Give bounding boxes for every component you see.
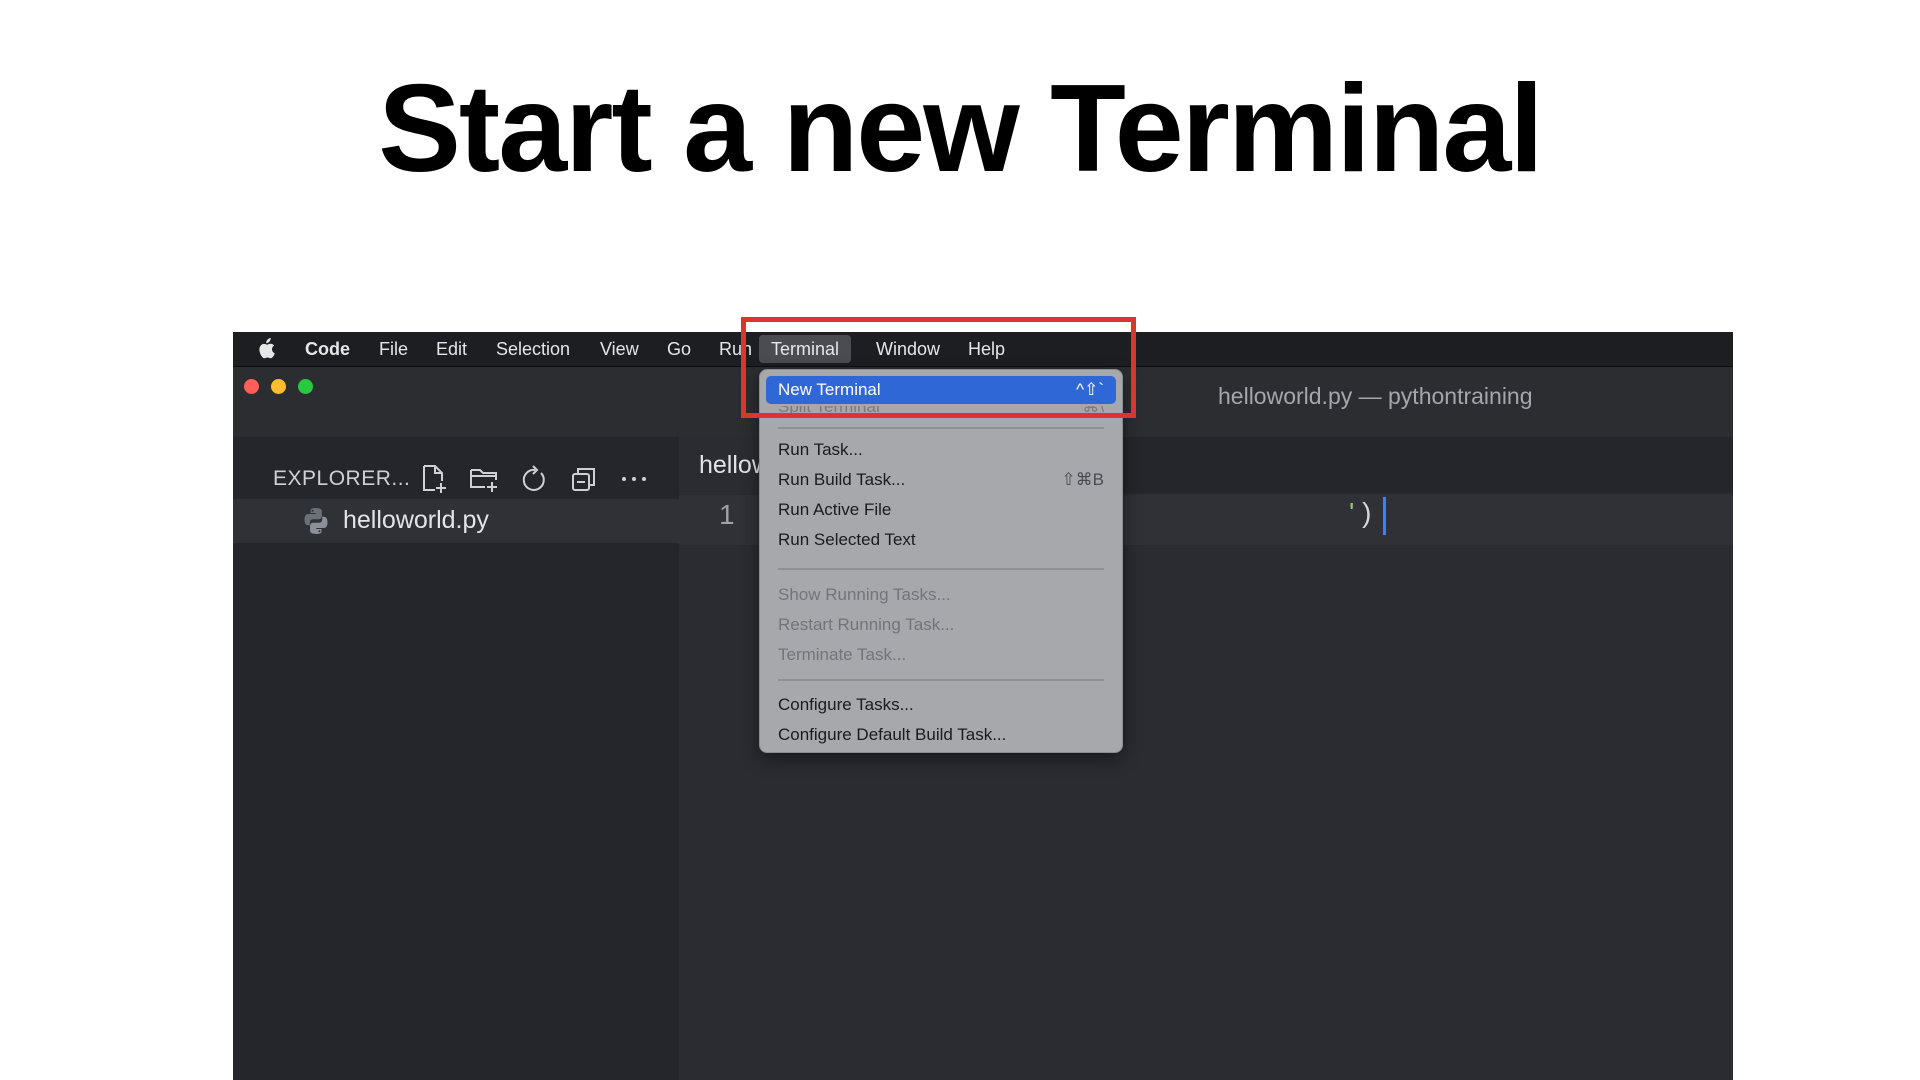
file-name: helloworld.py: [343, 506, 489, 534]
configure-tasks-label: Configure Tasks...: [778, 695, 914, 714]
menu-view[interactable]: View: [600, 339, 639, 359]
menu-edit[interactable]: Edit: [436, 339, 467, 359]
configure-default-build-task-label: Configure Default Build Task...: [778, 725, 1007, 744]
terminate-task-label: Terminate Task...: [778, 645, 907, 664]
minimize-window-button[interactable]: [271, 379, 286, 394]
window-title: helloworld.py — pythontraining: [1218, 383, 1533, 409]
run-build-task-label: Run Build Task...: [778, 470, 906, 489]
code-paren: ): [1362, 497, 1372, 528]
run-active-file-label: Run Active File: [778, 500, 892, 519]
code-quote: ': [1349, 497, 1355, 528]
line-number: 1: [719, 499, 735, 530]
menu-item-run-task[interactable]: Run Task...: [766, 436, 1116, 464]
collapse-all-icon[interactable]: [569, 463, 599, 495]
menu-separator: [778, 427, 1104, 429]
close-window-button[interactable]: [244, 379, 259, 394]
explorer-sidebar: EXPLORER... helloworld.py: [233, 437, 679, 1080]
terminal-menu-dropdown: New Terminal ^⇧` Split Terminal ⌘\ Run T…: [759, 369, 1123, 753]
apple-icon[interactable]: [257, 338, 275, 363]
menu-separator: [778, 568, 1104, 570]
menu-item-restart-running-task[interactable]: Restart Running Task...: [766, 611, 1116, 639]
explorer-label: EXPLORER...: [273, 467, 411, 490]
restart-running-task-label: Restart Running Task...: [778, 615, 955, 634]
menu-item-configure-default-build-task[interactable]: Configure Default Build Task...: [766, 721, 1116, 749]
menu-separator: [778, 679, 1104, 681]
menu-item-terminate-task[interactable]: Terminate Task...: [766, 641, 1116, 669]
new-file-icon[interactable]: [419, 463, 449, 495]
explorer-file-helloworld[interactable]: helloworld.py: [233, 499, 679, 543]
menu-app-code[interactable]: Code: [305, 339, 350, 359]
menu-go[interactable]: Go: [667, 339, 691, 359]
new-folder-icon[interactable]: [468, 463, 498, 495]
menu-selection[interactable]: Selection: [496, 339, 570, 359]
slide-title: Start a new Terminal: [378, 60, 1544, 198]
menu-file[interactable]: File: [379, 339, 408, 359]
run-task-label: Run Task...: [778, 440, 863, 459]
refresh-icon[interactable]: [519, 463, 549, 495]
python-file-icon: [301, 506, 331, 536]
code-line-tail[interactable]: ' ): [1349, 497, 1371, 529]
text-cursor: [1383, 497, 1386, 535]
zoom-window-button[interactable]: [298, 379, 313, 394]
run-selected-text-label: Run Selected Text: [778, 530, 916, 549]
menu-item-configure-tasks[interactable]: Configure Tasks...: [766, 691, 1116, 719]
show-running-tasks-label: Show Running Tasks...: [778, 585, 951, 604]
menu-item-run-build-task[interactable]: Run Build Task... ⇧⌘B: [766, 466, 1116, 494]
run-build-task-shortcut: ⇧⌘B: [1061, 470, 1104, 489]
more-icon[interactable]: [619, 463, 649, 495]
annotation-highlight-box: [741, 317, 1136, 418]
menu-item-run-selected-text[interactable]: Run Selected Text: [766, 526, 1116, 554]
menu-item-run-active-file[interactable]: Run Active File: [766, 496, 1116, 524]
menu-item-show-running-tasks[interactable]: Show Running Tasks...: [766, 581, 1116, 609]
